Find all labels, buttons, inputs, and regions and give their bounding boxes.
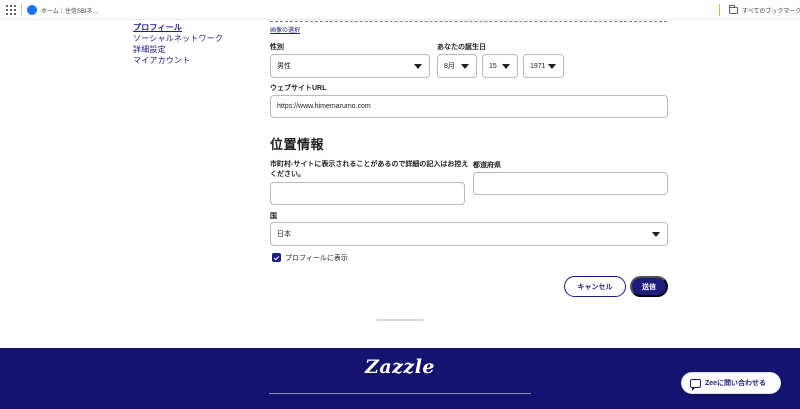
chevron-down-icon: [414, 64, 422, 69]
website-label: ウェブサイトURL: [270, 85, 327, 92]
birthday-label: あなたの誕生日: [437, 44, 486, 51]
chevron-down-icon: [502, 64, 510, 69]
location-section-title: 位置情報: [270, 137, 325, 152]
chat-bubble-icon: [690, 378, 701, 391]
city-label: 市町村-サイトに表示されることがあるので詳細の記入はお控えください。: [270, 161, 469, 178]
birth-year-select[interactable]: 1971: [523, 54, 564, 78]
chevron-down-icon: [461, 64, 469, 69]
footer-divider: [269, 393, 531, 394]
website-url-value: https://www.himemarumo.com: [277, 103, 371, 110]
bookmark-favicon-icon: [27, 5, 37, 15]
birth-year-value: 1971: [530, 62, 546, 70]
zazzle-logo[interactable]: Zazzle: [0, 356, 800, 378]
birth-month-value: 8月: [444, 63, 455, 70]
sidenav-item-advanced-settings[interactable]: 詳細設定: [133, 44, 223, 55]
country-select[interactable]: 日本: [270, 222, 668, 246]
submit-button[interactable]: 送信: [630, 276, 668, 297]
country-label: 国: [270, 213, 277, 220]
bookmarks-bar: ホーム｜住信SBIネ... すべてのブックマーク: [0, 0, 800, 20]
birth-month-select[interactable]: 8月: [437, 54, 477, 78]
birth-day-value: 15: [489, 62, 497, 70]
country-value: 日本: [277, 231, 291, 238]
contact-zee-label: Zeeに問い合わせる: [705, 380, 767, 387]
site-footer: Zazzle: [0, 348, 800, 409]
all-bookmarks-label: すべてのブックマーク: [742, 8, 800, 15]
sidenav-item-my-account[interactable]: マイアカウント: [133, 55, 223, 66]
settings-sidenav: プロフィール ソーシャルネットワーク 詳細設定 マイアカウント: [133, 22, 223, 66]
bookmarks-separator: [21, 4, 22, 16]
show-on-profile-label[interactable]: プロフィールに表示: [285, 253, 348, 263]
scroll-handle-divider: [376, 319, 424, 321]
chevron-down-icon: [652, 232, 660, 237]
chevron-down-icon: [548, 64, 556, 69]
sidenav-item-social-networks[interactable]: ソーシャルネットワーク: [133, 33, 223, 44]
bookmark-label: ホーム｜住信SBIネ...: [41, 8, 98, 15]
folder-icon: [729, 4, 738, 14]
birth-day-select[interactable]: 15: [482, 54, 518, 78]
gender-label: 性別: [270, 44, 284, 51]
show-on-profile-checkbox[interactable]: [272, 253, 281, 262]
prefecture-label: 都道府県: [473, 162, 501, 169]
gender-value: 男性: [277, 63, 291, 70]
cancel-button[interactable]: キャンセル: [564, 276, 626, 297]
profile-image-dropzone[interactable]: [270, 20, 667, 22]
city-field[interactable]: [270, 182, 465, 205]
website-url-field[interactable]: https://www.himemarumo.com: [270, 95, 668, 118]
gender-select[interactable]: 男性: [270, 54, 430, 78]
bookmark-item[interactable]: ホーム｜住信SBIネ...: [27, 3, 98, 17]
select-image-link[interactable]: 画像の選択: [270, 25, 300, 34]
prefecture-field[interactable]: [473, 172, 668, 195]
apps-grid-icon[interactable]: [6, 5, 16, 15]
bookmarks-separator-right: [719, 4, 720, 16]
contact-zee-button[interactable]: Zeeに問い合わせる: [681, 372, 781, 394]
all-bookmarks-button[interactable]: すべてのブックマーク: [729, 3, 800, 17]
checkmark-icon: [273, 254, 280, 260]
sidenav-item-profile[interactable]: プロフィール: [133, 22, 223, 33]
